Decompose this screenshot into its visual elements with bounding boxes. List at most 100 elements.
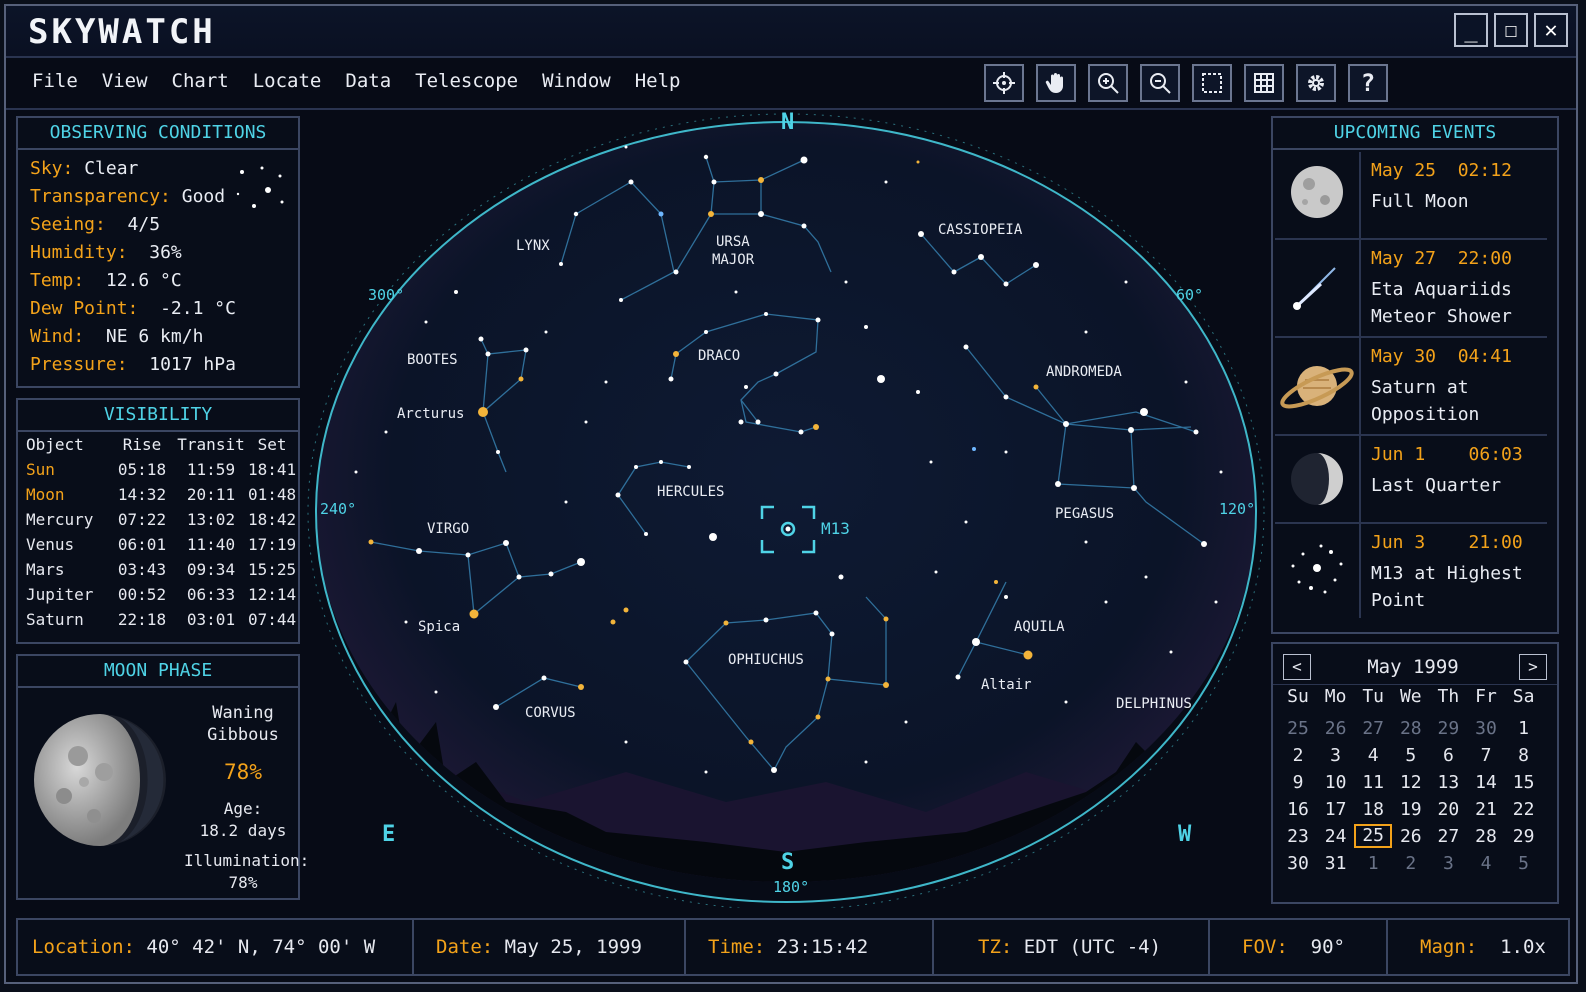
status-bar: Location: 40° 42' N, 74° 00' W Date: May… — [16, 918, 1570, 976]
transit-time: 09:34 — [186, 560, 236, 579]
calendar-day[interactable]: 21 — [1467, 799, 1505, 820]
status-magnification: Magn: 1.0x — [1390, 920, 1570, 974]
menu-file[interactable]: File — [32, 70, 78, 92]
menu-data[interactable]: Data — [345, 70, 391, 92]
event-date: Jun 1 — [1371, 444, 1426, 465]
calendar-day[interactable]: 23 — [1279, 826, 1317, 847]
pan-tool-button[interactable] — [1036, 64, 1076, 102]
table-row[interactable]: Venus 06:01 11:40 17:19 — [26, 532, 296, 557]
event-item[interactable]: May 25 02:12 Full Moon — [1275, 152, 1547, 240]
compass-north: N — [781, 110, 794, 135]
transit-time: 11:40 — [186, 535, 236, 554]
moon-percent: 78% — [224, 760, 262, 784]
calendar-day[interactable]: 6 — [1429, 745, 1467, 766]
calendar-day[interactable]: 8 — [1505, 745, 1543, 766]
zoom-in-button[interactable] — [1088, 64, 1128, 102]
humidity-row: Humidity: 36% — [30, 242, 182, 263]
compass-east: E — [382, 822, 395, 847]
menu-locate[interactable]: Locate — [253, 70, 322, 92]
calendar-day[interactable]: 1 — [1354, 853, 1392, 874]
calendar-day[interactable]: 12 — [1392, 772, 1430, 793]
sky-chart[interactable]: M13 LYNX URSA MAJOR CASSIOPEIA BOOTES DR… — [302, 108, 1272, 908]
calendar-day[interactable]: 31 — [1317, 853, 1355, 874]
calendar-day[interactable]: 24 — [1317, 826, 1355, 847]
calendar-day[interactable]: 29 — [1429, 718, 1467, 739]
rise-time: 06:01 — [117, 535, 167, 554]
menu-telescope[interactable]: Telescope — [415, 70, 518, 92]
menu-window[interactable]: Window — [542, 70, 611, 92]
calendar-day[interactable]: 20 — [1429, 799, 1467, 820]
calendar-day[interactable]: 29 — [1505, 826, 1543, 847]
table-row[interactable]: Mercury 07:22 13:02 18:42 — [26, 507, 296, 532]
meteor-icon — [1293, 267, 1336, 310]
calendar-day[interactable]: 3 — [1317, 745, 1355, 766]
grid-toggle-button[interactable] — [1244, 64, 1284, 102]
calendar-day[interactable]: 2 — [1279, 745, 1317, 766]
calendar-day[interactable]: 4 — [1467, 853, 1505, 874]
event-item[interactable]: May 30 04:41 Saturn at Opposition — [1275, 338, 1547, 436]
calendar-day[interactable]: 30 — [1467, 718, 1505, 739]
calendar-day[interactable]: 1 — [1505, 718, 1543, 739]
calendar-day[interactable]: 4 — [1354, 745, 1392, 766]
settings-button[interactable] — [1296, 64, 1336, 102]
close-button[interactable]: ✕ — [1534, 13, 1568, 47]
calendar-day[interactable]: 13 — [1429, 772, 1467, 793]
star-arcturus: Arcturus — [397, 406, 464, 422]
table-row[interactable]: Moon 14:32 20:11 01:48 — [26, 482, 296, 507]
constellation-andromeda: ANDROMEDA — [1046, 364, 1122, 380]
table-row[interactable]: Mars 03:43 09:34 15:25 — [26, 557, 296, 582]
calendar-day[interactable]: 27 — [1429, 826, 1467, 847]
table-row[interactable]: Saturn 22:18 03:01 07:44 — [26, 607, 296, 632]
event-item[interactable]: Jun 3 21:00 M13 at Highest Point — [1275, 524, 1547, 618]
calendar-day[interactable]: 18 — [1354, 799, 1392, 820]
calendar-panel: < May 1999 > Su Mo Tu We Th Fr Sa 25 26 27 28 29 30 1… — [1271, 642, 1559, 904]
prev-month-button[interactable]: < — [1283, 654, 1311, 680]
calendar-day[interactable]: 2 — [1392, 853, 1430, 874]
table-row[interactable]: Jupiter 00:52 06:33 12:14 — [26, 582, 296, 607]
calendar-day[interactable]: 27 — [1354, 718, 1392, 739]
calendar-day[interactable]: 28 — [1467, 826, 1505, 847]
weekday-label: Mo — [1324, 686, 1347, 707]
help-button[interactable]: ? — [1348, 64, 1388, 102]
event-title: Eta Aquariids — [1371, 279, 1512, 300]
calendar-day[interactable]: 25 — [1354, 824, 1393, 848]
maximize-button[interactable]: ☐ — [1494, 13, 1528, 47]
calendar-day[interactable]: 5 — [1505, 853, 1543, 874]
calendar-day[interactable]: 14 — [1467, 772, 1505, 793]
calendar-day[interactable]: 15 — [1505, 772, 1543, 793]
calendar-day[interactable]: 28 — [1392, 718, 1430, 739]
moon-age-value: 18.2 days — [199, 821, 287, 840]
observing-conditions-title: OBSERVING CONDITIONS — [18, 118, 298, 150]
calendar-day[interactable]: 16 — [1279, 799, 1317, 820]
calendar-day[interactable]: 10 — [1317, 772, 1355, 793]
calendar-day[interactable]: 11 — [1354, 772, 1392, 793]
calendar-day[interactable]: 19 — [1392, 799, 1430, 820]
menu-help[interactable]: Help — [635, 70, 681, 92]
full-moon-icon — [1291, 166, 1343, 218]
event-item[interactable]: May 27 22:00 Eta Aquariids Meteor Shower — [1275, 240, 1547, 338]
constellation-draco: DRACO — [698, 348, 740, 364]
menu-chart[interactable]: Chart — [172, 70, 229, 92]
calendar-day[interactable]: 26 — [1317, 718, 1355, 739]
dew-row: Dew Point: -2.1 °C — [30, 298, 236, 319]
calendar-day[interactable]: 9 — [1279, 772, 1317, 793]
calendar-day[interactable]: 3 — [1429, 853, 1467, 874]
next-month-button[interactable]: > — [1519, 654, 1547, 680]
table-row[interactable]: Sun 05:18 11:59 18:41 — [26, 457, 296, 482]
zoom-out-button[interactable] — [1140, 64, 1180, 102]
calendar-day[interactable]: 5 — [1392, 745, 1430, 766]
center-tool-button[interactable] — [984, 64, 1024, 102]
set-time: 18:41 — [248, 460, 297, 479]
event-item[interactable]: Jun 1 06:03 Last Quarter — [1275, 436, 1547, 524]
date-value: May 25, 1999 — [504, 936, 642, 958]
calendar-day[interactable]: 30 — [1279, 853, 1317, 874]
calendar-day[interactable]: 22 — [1505, 799, 1543, 820]
calendar-day[interactable]: 7 — [1467, 745, 1505, 766]
calendar-day[interactable]: 25 — [1279, 718, 1317, 739]
calendar-day[interactable]: 26 — [1392, 826, 1430, 847]
menu-view[interactable]: View — [102, 70, 148, 92]
weekday-label: Sa — [1512, 686, 1535, 707]
calendar-day[interactable]: 17 — [1317, 799, 1355, 820]
select-tool-button[interactable] — [1192, 64, 1232, 102]
minimize-button[interactable]: _ — [1454, 13, 1488, 47]
